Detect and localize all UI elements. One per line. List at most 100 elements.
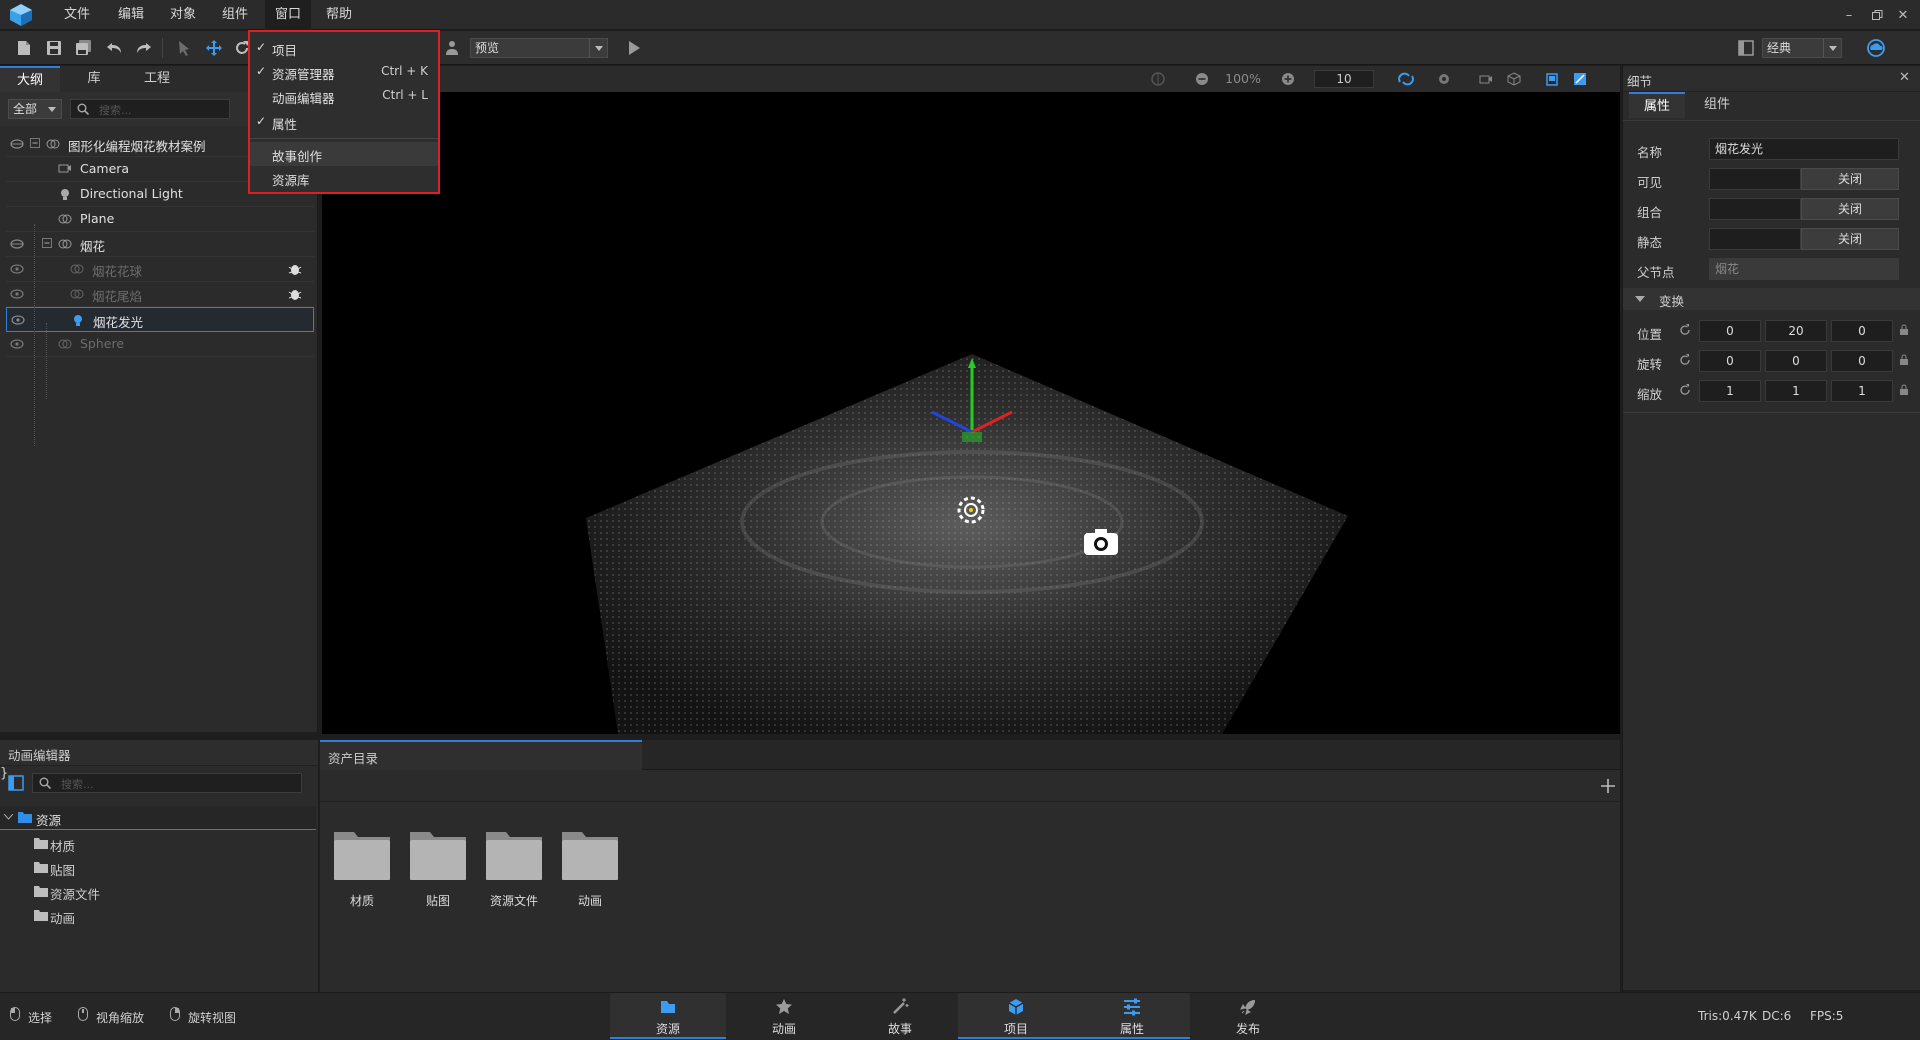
redo-icon[interactable] [132, 36, 156, 60]
menu-object[interactable]: 对象 [160, 0, 206, 30]
save-all-icon[interactable] [72, 36, 96, 60]
reset-icon[interactable] [1679, 354, 1691, 366]
tree-row-plane[interactable]: Plane [6, 207, 314, 232]
visibility-toggle-icon[interactable] [10, 238, 24, 250]
position-z-input[interactable]: 0 [1831, 320, 1893, 342]
menu-component[interactable]: 组件 [212, 0, 258, 30]
panel-toggle-icon[interactable] [8, 775, 24, 791]
menu-edit[interactable]: 编辑 [108, 0, 154, 30]
perspective-icon[interactable] [1540, 67, 1564, 91]
menu-item-story-creation[interactable]: 故事创作 [250, 142, 438, 166]
view-mode-icon[interactable] [1146, 67, 1170, 91]
anim-search-input[interactable]: 搜索... [32, 773, 302, 793]
nav-tab-properties[interactable]: 属性 [1074, 993, 1190, 1039]
nav-tab-story[interactable]: 故事 [842, 993, 958, 1039]
tree-row-firework-tail[interactable]: 烟花尾焰 [6, 282, 314, 307]
select-tool-icon[interactable] [172, 36, 196, 60]
name-input[interactable]: 烟花发光 [1709, 138, 1899, 160]
play-icon[interactable] [622, 36, 646, 60]
menu-item-asset-manager[interactable]: ✓ 资源管理器 Ctrl + K [250, 60, 438, 84]
layout-select[interactable]: 经典 [1762, 38, 1842, 58]
collapse-icon[interactable] [42, 238, 52, 248]
close-panel-icon[interactable]: ✕ [1899, 70, 1910, 85]
script-bug-icon[interactable] [288, 287, 302, 301]
outline-search-input[interactable]: 搜索... [70, 99, 230, 119]
nav-tab-animation[interactable]: 动画 [726, 993, 842, 1039]
lock-icon[interactable] [1899, 324, 1909, 336]
position-y-input[interactable]: 20 [1765, 320, 1827, 342]
camera-view-icon[interactable] [1474, 67, 1498, 91]
visibility-toggle-icon[interactable] [10, 138, 24, 150]
scale-z-input[interactable]: 1 [1831, 380, 1893, 402]
collapse-icon[interactable] [30, 138, 40, 148]
menu-item-project[interactable]: ✓ 项目 [250, 36, 438, 60]
nav-tab-project[interactable]: 项目 [958, 993, 1074, 1039]
cloud-sync-icon[interactable] [1864, 36, 1888, 60]
zoom-out-icon[interactable] [1190, 67, 1214, 91]
visibility-toggle-icon[interactable] [11, 314, 25, 326]
outline-filter-select[interactable]: 全部 [8, 99, 62, 119]
undo-icon[interactable] [102, 36, 126, 60]
tree-row-folder[interactable]: 资源文件 [32, 880, 312, 904]
layout-icon[interactable] [1734, 36, 1758, 60]
position-x-input[interactable]: 0 [1699, 320, 1761, 342]
script-bug-icon[interactable] [288, 262, 302, 276]
menu-file[interactable]: 文件 [54, 0, 100, 30]
tab-library[interactable]: 库 [64, 66, 124, 92]
static-track[interactable] [1709, 228, 1801, 250]
tab-properties[interactable]: 属性 [1629, 92, 1685, 118]
save-icon[interactable] [42, 36, 66, 60]
visibility-toggle-icon[interactable] [10, 338, 24, 350]
lock-icon[interactable] [1899, 384, 1909, 396]
tab-asset-directory[interactable]: 资产目录 [320, 740, 642, 770]
settings-icon[interactable] [1432, 67, 1456, 91]
lock-icon[interactable] [1899, 354, 1909, 366]
menu-help[interactable]: 帮助 [316, 0, 362, 30]
asset-folder-item[interactable]: 贴图 [406, 826, 470, 908]
visible-toggle[interactable]: 关闭 [1801, 168, 1899, 190]
tab-components[interactable]: 组件 [1689, 92, 1745, 118]
zoom-in-icon[interactable] [1276, 67, 1300, 91]
transform-section-header[interactable]: 变换 [1623, 288, 1920, 310]
restore-icon[interactable] [1866, 6, 1888, 24]
tree-row-firework-glow[interactable]: 烟花发光 [6, 307, 314, 332]
tree-row-folder[interactable]: 动画 [32, 904, 312, 928]
visibility-toggle-icon[interactable] [10, 288, 24, 300]
group-track[interactable] [1709, 198, 1801, 220]
menu-window[interactable]: 窗口 [265, 0, 312, 30]
grid-size-input[interactable]: 10 [1314, 70, 1374, 88]
menu-item-animation-editor[interactable]: 动画编辑器 Ctrl + L [250, 84, 438, 108]
minimize-icon[interactable]: – [1838, 6, 1860, 24]
character-icon[interactable] [440, 36, 464, 60]
asset-folder-item[interactable]: 材质 [330, 826, 394, 908]
asset-folder-item[interactable]: 资源文件 [482, 826, 546, 908]
visible-track[interactable] [1709, 168, 1801, 190]
menu-item-properties[interactable]: ✓ 属性 [250, 110, 438, 134]
tree-row-sphere[interactable]: Sphere [6, 332, 314, 357]
group-toggle[interactable]: 关闭 [1801, 198, 1899, 220]
rotation-x-input[interactable]: 0 [1699, 350, 1761, 372]
tab-outline[interactable]: 大纲 [0, 66, 60, 92]
rotation-z-input[interactable]: 0 [1831, 350, 1893, 372]
tree-row-assets-root[interactable]: 资源 [0, 806, 316, 830]
scale-x-input[interactable]: 1 [1699, 380, 1761, 402]
tree-row-fireworks[interactable]: 烟花 [6, 232, 314, 257]
nav-tab-assets[interactable]: 资源 [610, 993, 726, 1039]
tree-row-folder[interactable]: 材质 [32, 832, 312, 856]
reset-icon[interactable] [1679, 384, 1691, 396]
asset-folder-item[interactable]: 动画 [558, 826, 622, 908]
rotation-y-input[interactable]: 0 [1765, 350, 1827, 372]
visibility-toggle-icon[interactable] [10, 263, 24, 275]
preview-mode-select[interactable]: 预览 [470, 38, 608, 58]
menu-item-asset-library[interactable]: 资源库 [250, 166, 438, 190]
nav-tab-publish[interactable]: 发布 [1190, 993, 1306, 1039]
scene-viewport[interactable] [322, 92, 1620, 734]
add-icon[interactable] [1600, 778, 1616, 794]
cube-view-icon[interactable] [1502, 67, 1526, 91]
static-toggle[interactable]: 关闭 [1801, 228, 1899, 250]
tree-row-firework-ball[interactable]: 烟花花球 [6, 257, 314, 282]
scale-y-input[interactable]: 1 [1765, 380, 1827, 402]
tree-row-folder[interactable]: 贴图 [32, 856, 312, 880]
close-window-icon[interactable]: ✕ [1892, 6, 1914, 24]
new-file-icon[interactable] [12, 36, 36, 60]
